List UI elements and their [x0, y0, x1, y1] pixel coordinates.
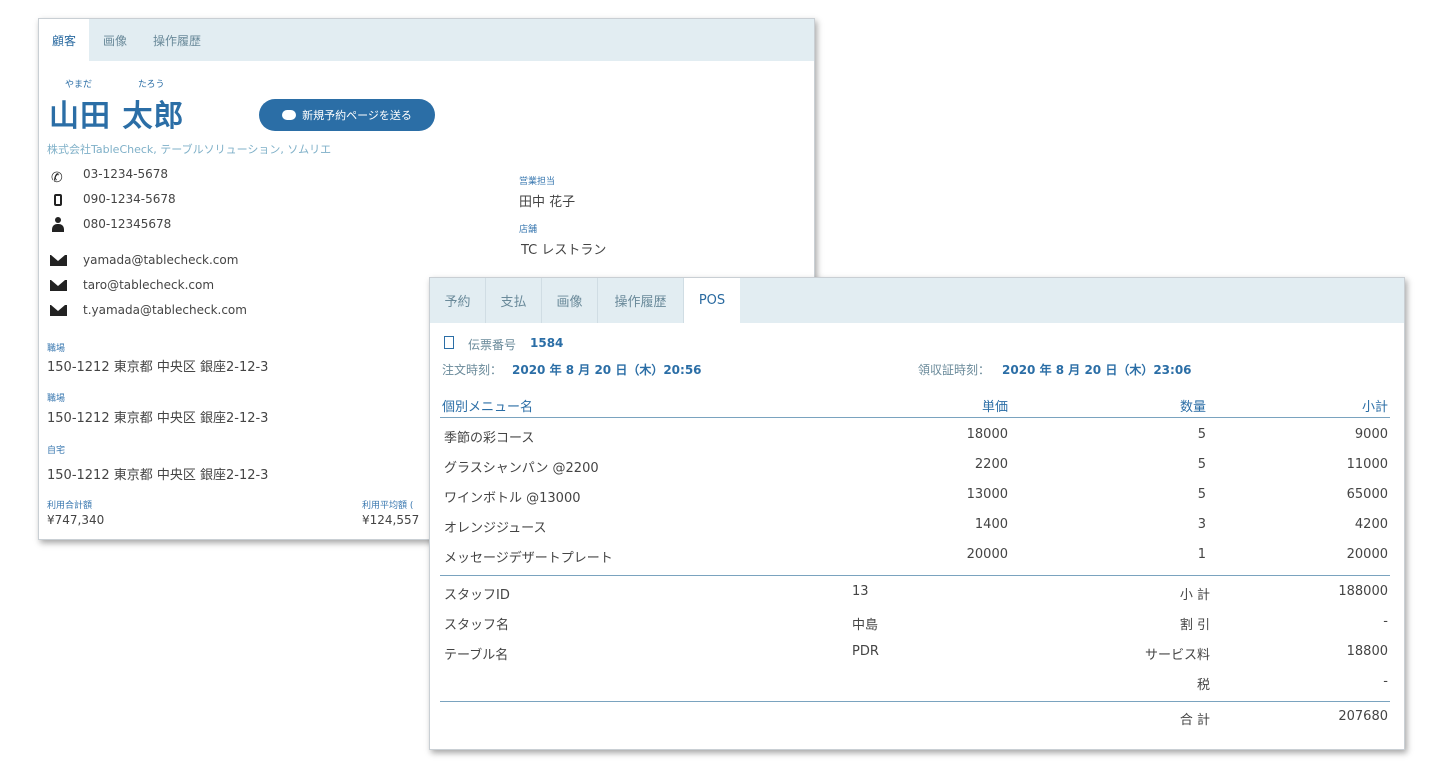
furigana-first: たろう	[138, 80, 165, 90]
total-usage-value: ¥747,340	[47, 513, 105, 527]
store-label: 店舗	[519, 225, 538, 235]
item-price: 1400	[974, 517, 1008, 532]
email-address[interactable]: yamada@tablecheck.com	[83, 253, 238, 267]
email-icon	[50, 255, 67, 266]
address-value: 150-1212 東京都 中央区 銀座2-12-3	[47, 411, 269, 426]
avg-usage-value: ¥124,557	[362, 513, 420, 527]
store-value: TC レストラン	[521, 243, 607, 258]
sales-rep-label: 営業担当	[519, 177, 556, 187]
address-label: 職場	[47, 344, 66, 354]
staff-id-value: 13	[852, 584, 869, 599]
furigana-last: やまだ	[65, 80, 93, 90]
item-subtotal: 20000	[1346, 547, 1388, 562]
item-subtotal: 9000	[1354, 427, 1388, 442]
order-time: 2020 年 8 月 20 日（木）20:56	[512, 363, 702, 377]
summary-value: 188000	[1338, 584, 1388, 599]
total-divider	[440, 701, 1390, 702]
item-subtotal: 65000	[1346, 487, 1388, 502]
staff-name-value: 中島	[852, 618, 879, 633]
email-icon	[50, 280, 67, 291]
pos-card: 予約 支払 画像 操作履歴 POS 伝票番号 1584 注文時刻： 2020 年…	[429, 277, 1405, 750]
other-phone-number[interactable]: 080-12345678	[83, 217, 171, 231]
column-header-qty: 数量	[1179, 400, 1206, 415]
summary-label: 税	[1196, 678, 1210, 693]
customer-tab-bar: 顧客 画像 操作履歴	[39, 19, 814, 61]
total-value: 207680	[1338, 709, 1388, 724]
summary-value: 18800	[1346, 644, 1388, 659]
slip-number: 1584	[530, 336, 564, 350]
pos-tab-bar: 予約 支払 画像 操作履歴 POS	[430, 278, 1404, 323]
tab-history[interactable]: 操作履歴	[598, 278, 684, 323]
summary-label: 小 計	[1179, 588, 1210, 603]
item-qty: 5	[1197, 487, 1206, 502]
item-price: 13000	[966, 487, 1008, 502]
total-usage-label: 利用合計額	[47, 501, 93, 511]
company-info: 株式会社TableCheck, テーブルソリューション, ソムリエ	[47, 143, 332, 156]
header-divider	[440, 417, 1390, 418]
items-divider	[440, 575, 1390, 576]
address-value: 150-1212 東京都 中央区 銀座2-12-3	[47, 468, 269, 483]
item-name: グラスシャンパン @2200	[444, 461, 599, 476]
address-label: 職場	[47, 394, 66, 404]
item-name: ワインボトル @13000	[444, 491, 581, 506]
item-name: 季節の彩コース	[444, 431, 535, 446]
item-price: 20000	[966, 547, 1008, 562]
item-qty: 1	[1197, 547, 1206, 562]
table-name-label: テーブル名	[444, 648, 509, 663]
document-icon	[444, 336, 454, 349]
item-price: 18000	[966, 427, 1008, 442]
item-subtotal: 11000	[1346, 457, 1388, 472]
address-value: 150-1212 東京都 中央区 銀座2-12-3	[47, 360, 269, 375]
email-address[interactable]: t.yamada@tablecheck.com	[83, 303, 247, 317]
summary-value: -	[1383, 614, 1388, 629]
tab-pos[interactable]: POS	[684, 278, 740, 323]
mobile-icon	[54, 194, 62, 206]
item-name: オレンジジュース	[444, 521, 547, 536]
item-qty: 3	[1197, 517, 1206, 532]
tab-reservation[interactable]: 予約	[430, 278, 486, 323]
send-button-label: 新規予約ページを送る	[302, 109, 412, 122]
column-header-name: 個別メニュー名	[442, 400, 534, 415]
address-label: 自宅	[47, 446, 66, 456]
tab-customer[interactable]: 顧客	[39, 19, 89, 61]
item-name: メッセージデザートプレート	[444, 551, 613, 566]
avg-usage-label: 利用平均額 (	[362, 501, 414, 511]
item-subtotal: 4200	[1354, 517, 1388, 532]
customer-name: 山田 太郎	[49, 99, 185, 134]
person-icon	[52, 217, 64, 233]
order-time-label: 注文時刻：	[442, 363, 503, 377]
phone-number[interactable]: 03-1234-5678	[83, 167, 168, 181]
mobile-number[interactable]: 090-1234-5678	[83, 192, 176, 206]
tab-payment[interactable]: 支払	[486, 278, 542, 323]
tab-history[interactable]: 操作履歴	[141, 19, 213, 61]
receipt-time-label: 領収証時刻：	[918, 363, 991, 377]
summary-label: 割 引	[1179, 618, 1210, 633]
phone-icon: ✆	[51, 170, 63, 186]
staff-id-label: スタッフID	[444, 588, 510, 603]
column-header-price: 単価	[981, 400, 1008, 415]
send-reservation-button[interactable]: 新規予約ページを送る	[259, 99, 435, 131]
receipt-time: 2020 年 8 月 20 日（木）23:06	[1002, 363, 1192, 377]
tab-images[interactable]: 画像	[89, 19, 141, 61]
summary-value: -	[1383, 674, 1388, 689]
sales-rep-value: 田中 花子	[519, 195, 576, 210]
table-name-value: PDR	[852, 644, 879, 659]
email-icon	[50, 305, 67, 316]
item-price: 2200	[974, 457, 1008, 472]
summary-label: サービス料	[1144, 648, 1210, 663]
chat-bubble-icon	[282, 110, 297, 120]
email-address[interactable]: taro@tablecheck.com	[83, 278, 214, 292]
staff-name-label: スタッフ名	[444, 618, 510, 633]
item-qty: 5	[1197, 457, 1206, 472]
item-qty: 5	[1197, 427, 1206, 442]
slip-number-label: 伝票番号	[468, 338, 517, 352]
column-header-subtotal: 小計	[1361, 400, 1388, 415]
total-label: 合 計	[1179, 713, 1210, 728]
tab-images[interactable]: 画像	[542, 278, 598, 323]
